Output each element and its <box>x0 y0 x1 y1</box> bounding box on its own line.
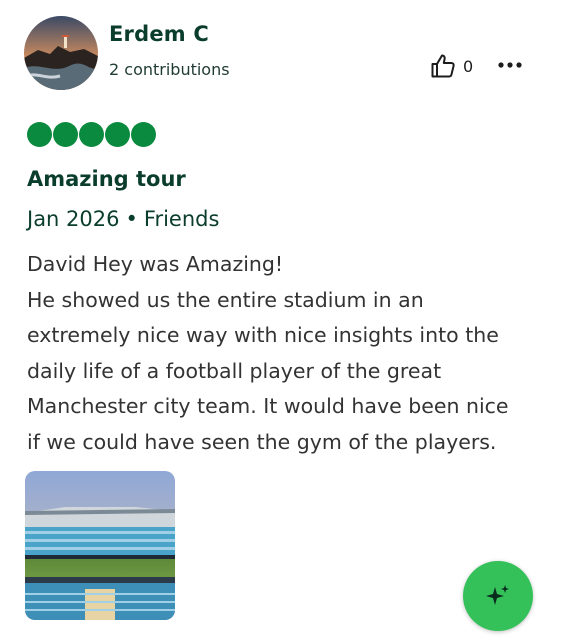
review-meta: Jan 2026 • Friends <box>27 207 219 231</box>
like-count: 0 <box>463 56 474 76</box>
author-name[interactable]: Erdem C <box>109 22 209 46</box>
rating-bubble <box>105 122 130 147</box>
rating-bubble <box>53 122 78 147</box>
review-title: Amazing tour <box>27 167 186 191</box>
separator-dot: • <box>125 207 138 231</box>
review-body-line: Manchester city team. It would have been… <box>27 394 509 418</box>
more-options-button[interactable] <box>496 56 524 74</box>
review-body-line: if we could have seen the gym of the pla… <box>27 429 497 454</box>
review-body: David Hey was Amazing! He showed us the … <box>27 247 547 460</box>
contributions-count: 2 contributions <box>109 60 230 79</box>
sparkle-icon <box>486 585 509 605</box>
trip-type: Friends <box>143 207 220 231</box>
stadium-photo <box>25 471 175 620</box>
thumbs-up-icon <box>431 54 455 78</box>
rating-bubble <box>27 122 52 147</box>
review-body-line: He showed us the entire stadium in an <box>27 287 424 312</box>
review-date: Jan 2026 <box>27 207 120 231</box>
rating-bubble <box>79 122 104 147</box>
review-body-line: daily life of a football player of the g… <box>27 358 442 383</box>
like-button[interactable]: 0 <box>430 53 480 79</box>
review-body-line: David Hey was Amazing! <box>27 252 284 276</box>
review-body-line: extremely nice way with nice insights in… <box>27 323 499 347</box>
avatar-image <box>24 16 98 90</box>
ai-assistant-button[interactable] <box>463 561 533 631</box>
more-horizontal-icon <box>498 62 522 68</box>
rating-bubble <box>131 122 156 147</box>
review-photo[interactable] <box>25 471 175 620</box>
author-avatar[interactable] <box>24 16 98 90</box>
rating-bubbles <box>27 122 156 147</box>
